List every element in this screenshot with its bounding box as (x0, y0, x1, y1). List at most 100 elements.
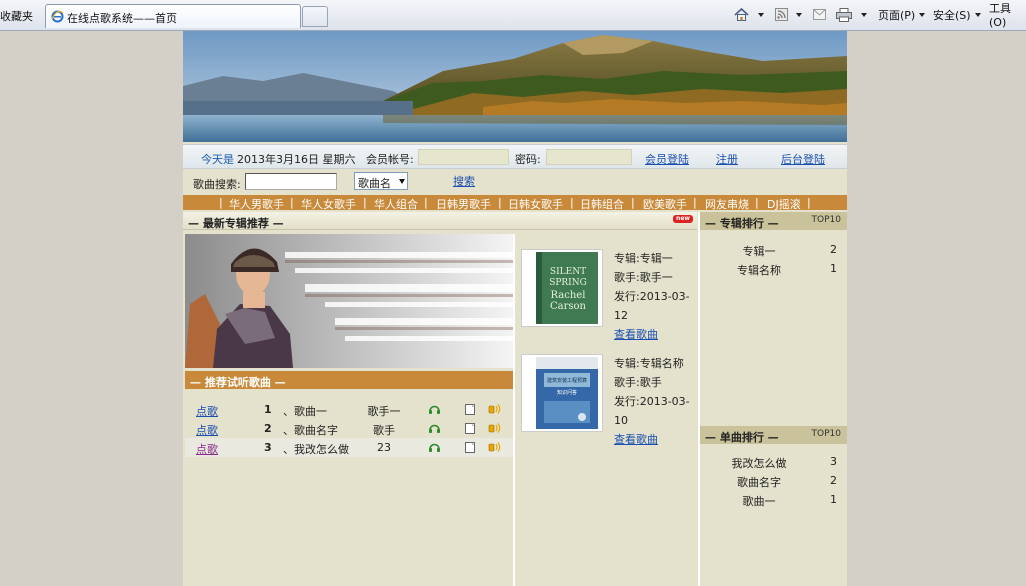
nav-item-chinese-group[interactable]: 华人组合 (374, 196, 418, 212)
svg-text:建筑安装工程预算: 建筑安装工程预算 (547, 377, 587, 384)
search-button[interactable]: 搜索 (453, 173, 475, 189)
song-number: 1 (264, 403, 272, 416)
page-menu-label: 页面(P) (878, 8, 916, 22)
lyrics-icon[interactable] (465, 442, 475, 453)
svg-text:Carson: Carson (550, 301, 587, 312)
album-rank-top10: TOP10 (811, 215, 841, 225)
speaker-icon[interactable] (488, 403, 503, 415)
tab-title: 在线点歌系统——首页 (67, 12, 177, 25)
album-rank-header: — 专辑排行 — TOP10 (700, 212, 847, 230)
tab-home[interactable]: 在线点歌系统——首页 (45, 4, 301, 28)
chevron-down-icon (399, 179, 405, 184)
song-number: 3 (264, 441, 272, 454)
today-prefix: 今天是 (201, 153, 234, 166)
album-card: SILENT SPRING Rachel Carson 专辑:专辑一 歌手:歌手… (521, 249, 696, 349)
rank-count: 1 (830, 493, 837, 506)
album-name-row: 专辑:专辑名称 (614, 357, 684, 370)
info-bar: 今天是 2013年3月16日 星期六 会员帐号: 密码: 会员登陆 注册 后台登… (183, 144, 847, 169)
nav-item-jpkr-female[interactable]: 日韩女歌手 (508, 196, 563, 212)
list-item[interactable]: 歌曲一 1 (700, 490, 847, 509)
song-artist: 23 (377, 441, 391, 454)
lyrics-icon[interactable] (465, 404, 475, 415)
album-meta: 专辑:专辑名称 歌手:歌手 发行:2013-03-10 查看歌曲 (614, 354, 696, 449)
tools-menu-label: 工具(O) (989, 2, 1011, 29)
speaker-icon[interactable] (488, 441, 503, 453)
svg-text:Rachel: Rachel (551, 290, 586, 301)
headphones-icon[interactable] (428, 442, 441, 453)
category-nav: | 华人男歌手 | 华人女歌手 | 华人组合 | 日韩男歌手 | 日韩女歌手 |… (183, 195, 847, 212)
page-menu[interactable]: 页面(P) (878, 6, 926, 23)
rank-name: 歌曲名字 (737, 476, 781, 489)
rank-count: 3 (830, 455, 837, 468)
web-page: 今天是 2013年3月16日 星期六 会员帐号: 密码: 会员登陆 注册 后台登… (183, 31, 847, 586)
account-input[interactable] (418, 149, 509, 165)
view-songs-link[interactable]: 查看歌曲 (614, 328, 658, 341)
favorites-label[interactable]: 收藏夹 (0, 8, 33, 24)
print-button[interactable] (836, 6, 867, 23)
rank-name: 我改怎么做 (731, 457, 787, 470)
safety-menu-label: 安全(S) (933, 8, 971, 22)
tools-menu[interactable]: 工具(O) (989, 2, 1026, 29)
register-link[interactable]: 注册 (716, 151, 738, 167)
feeds-button[interactable] (775, 6, 802, 23)
rank-count: 2 (830, 243, 837, 256)
rank-count: 1 (830, 262, 837, 275)
member-login-link[interactable]: 会员登陆 (645, 151, 689, 167)
ie-icon (51, 10, 64, 23)
nav-item-chinese-male[interactable]: 华人男歌手 (229, 196, 284, 212)
single-rank-title: — 单曲排行 — (705, 431, 779, 444)
headphones-icon[interactable] (428, 404, 441, 415)
list-item[interactable]: 专辑名称 1 (700, 259, 847, 278)
feature-image (185, 234, 513, 368)
search-input[interactable] (245, 173, 337, 190)
banner-image (183, 31, 847, 142)
song-name: 、歌曲一 (283, 405, 327, 418)
password-label: 密码: (515, 153, 541, 166)
list-item[interactable]: 我改怎么做 3 (700, 452, 847, 471)
list-item[interactable]: 专辑一 2 (700, 240, 847, 259)
album-cover[interactable]: 建筑安装工程预算 知识问答 (521, 354, 603, 432)
nav-item-jpkr-group[interactable]: 日韩组合 (580, 196, 624, 212)
order-song-link[interactable]: 点歌 (196, 441, 218, 457)
order-song-link[interactable]: 点歌 (196, 422, 218, 438)
search-type-select[interactable]: 歌曲名 (354, 172, 408, 190)
new-tab-button[interactable] (302, 6, 328, 27)
album-rank-title: — 专辑排行 — (705, 217, 779, 230)
browser-chrome: 收藏夹 在线点歌系统——首页 页面(P) 安全(S) 工具(O) (0, 0, 1026, 31)
album-release-row: 发行:2013-03-10 (614, 395, 690, 427)
view-songs-link[interactable]: 查看歌曲 (614, 433, 658, 446)
latest-albums-title: — 最新专辑推荐 — (188, 217, 284, 230)
nav-item-jpkr-male[interactable]: 日韩男歌手 (436, 196, 491, 212)
new-badge: new (673, 215, 693, 223)
speaker-icon[interactable] (488, 422, 503, 434)
nav-item-western[interactable]: 欧美歌手 (643, 196, 687, 212)
list-item: 点歌 2 、歌曲名字 歌手 (185, 419, 513, 438)
admin-login-link[interactable]: 后台登陆 (781, 151, 825, 167)
album-rank-list: 专辑一 2 专辑名称 1 (700, 240, 847, 278)
list-item[interactable]: 歌曲名字 2 (700, 471, 847, 490)
svg-text:知识问答: 知识问答 (557, 389, 577, 396)
safety-menu[interactable]: 安全(S) (933, 6, 981, 23)
nav-item-chinese-female[interactable]: 华人女歌手 (301, 196, 356, 212)
single-rank-header: — 单曲排行 — TOP10 (700, 426, 847, 444)
search-type-value: 歌曲名 (358, 177, 391, 190)
rank-name: 专辑一 (742, 245, 776, 258)
order-song-link[interactable]: 点歌 (196, 403, 218, 419)
password-input[interactable] (546, 149, 632, 165)
album-card: 建筑安装工程预算 知识问答 专辑:专辑名称 歌手:歌手 发行:2013-03-1… (521, 354, 696, 454)
lyrics-icon[interactable] (465, 423, 475, 434)
recommended-title: — 推荐试听歌曲 — (190, 376, 286, 389)
album-artist-row: 歌手:歌手一 (614, 271, 673, 284)
song-number: 2 (264, 422, 272, 435)
home-button[interactable] (734, 6, 764, 23)
mail-button[interactable] (813, 6, 826, 23)
album-cover[interactable]: SILENT SPRING Rachel Carson (521, 249, 603, 327)
home-icon (734, 7, 749, 21)
headphones-icon[interactable] (428, 423, 441, 434)
nav-item-dj-rock[interactable]: DJ摇滚 (767, 196, 801, 212)
mail-icon (813, 9, 826, 20)
song-artist: 歌手 (373, 424, 395, 437)
search-label: 歌曲搜索: (193, 178, 241, 191)
nav-item-medley[interactable]: 网友串烧 (705, 196, 749, 212)
rss-icon (775, 8, 788, 21)
